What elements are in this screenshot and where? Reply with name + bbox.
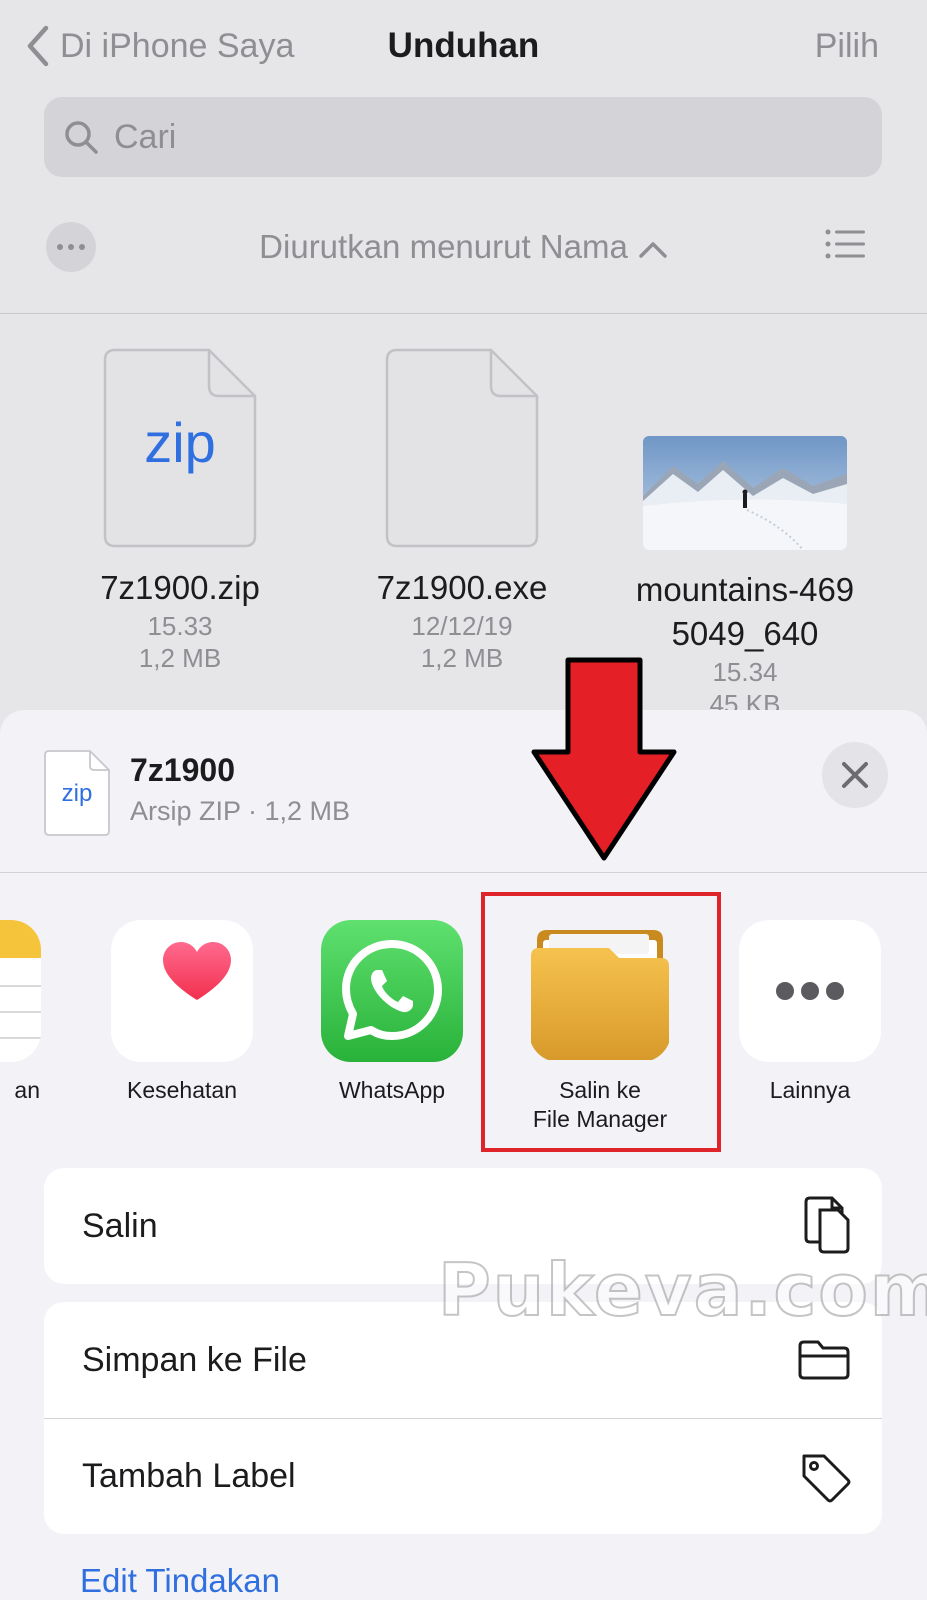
action-label: Simpan ke File [82,1340,307,1379]
file-name: mountains-469 5049_640 [635,571,855,652]
file-name: 7z1900.exe [376,569,548,606]
page-title: Unduhan [387,26,540,65]
health-heart-icon [111,920,253,1062]
file-item-zip[interactable]: zip 7z1900.zip 15.33 1,2 MB [50,348,310,674]
shared-file-info: Arsip ZIP · 1,2 MB [130,796,351,826]
file-name: 7z1900.zip [100,569,260,606]
share-sheet-header: zip 7z1900 Arsip ZIP · 1,2 MB [0,710,927,872]
select-button[interactable]: Pilih [815,22,879,70]
red-arrow-annotation [531,657,677,861]
blank-file-icon [385,348,539,548]
action-add-tag[interactable]: Tambah Label [44,1418,882,1534]
file-time: 15.33 [147,611,213,641]
action-label: Tambah Label [82,1457,296,1495]
zip-file-icon: zip [44,750,110,836]
zip-file-icon: zip [103,348,257,548]
sort-label: Diurutkan menurut Nama [259,228,628,265]
search-icon [65,121,98,154]
close-icon [842,762,868,788]
edit-actions-link[interactable]: Edit Tindakan [80,1562,280,1600]
whatsapp-icon [321,920,463,1062]
app-notes[interactable]: an [0,920,70,1105]
app-label: Lainnya [769,1077,851,1103]
app-health[interactable]: Kesehatan [82,920,282,1105]
watermark-text: Pukeva.com [437,1247,927,1333]
app-label: an [14,1077,40,1103]
file-item-exe[interactable]: 7z1900.exe 12/12/19 1,2 MB [332,348,592,674]
action-group-files: Simpan ke File Tambah Label [44,1302,882,1534]
zip-file-text: zip [61,780,93,807]
highlight-box-annotation [481,892,721,1152]
divider [0,313,927,314]
list-view-icon[interactable] [825,228,865,260]
search-input[interactable] [114,117,834,157]
image-thumbnail [643,436,847,550]
app-more[interactable]: Lainnya [710,920,910,1105]
app-label: WhatsApp [338,1077,446,1103]
share-sheet: zip 7z1900 Arsip ZIP · 1,2 MB an Kesehat… [0,710,927,1600]
file-date: 12/12/19 [411,611,513,641]
app-whatsapp[interactable]: WhatsApp [292,920,492,1105]
folder-outline-icon [798,1340,850,1380]
zip-file-text: zip [144,411,216,474]
app-label: Kesehatan [127,1077,237,1103]
chevron-up-icon [639,242,667,259]
tag-icon [802,1454,851,1502]
sort-selector[interactable]: Diurutkan menurut Nama [0,222,927,272]
more-dots-icon [739,920,881,1062]
shared-file-name: 7z1900 [130,752,235,788]
close-button[interactable] [822,742,888,808]
search-bar[interactable] [44,97,882,177]
files-app-background: Di iPhone Saya Unduhan Pilih Diurutkan m… [0,0,927,720]
action-label: Salin [82,1206,158,1245]
notes-icon [0,920,41,1062]
share-app-row: an Kesehatan WhatsApp Salin ke File Mana… [0,873,927,1173]
file-size: 1,2 MB [138,643,222,673]
